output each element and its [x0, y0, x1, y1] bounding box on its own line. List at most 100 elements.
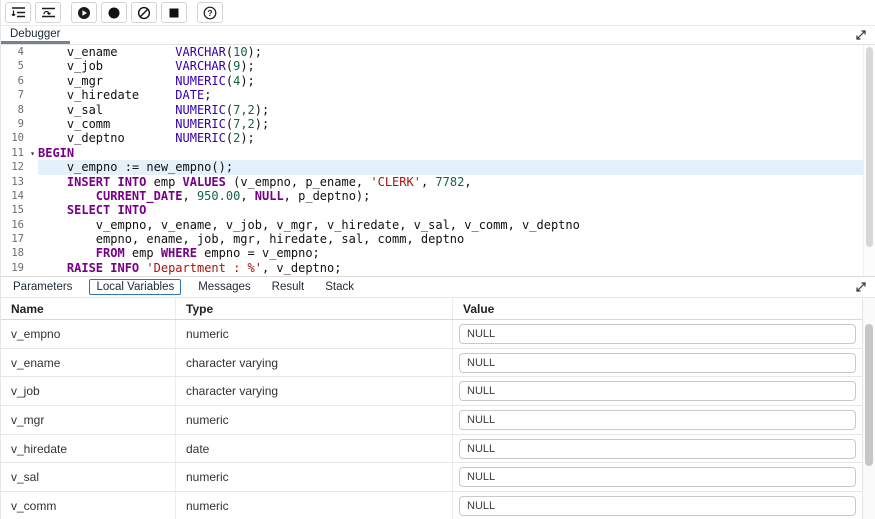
line-number[interactable]: 13	[1, 175, 27, 189]
code-text: v_empno := new_empno();	[38, 160, 863, 174]
value-input[interactable]	[459, 439, 856, 459]
code-line[interactable]: 16 v_empno, v_ename, v_job, v_mgr, v_hir…	[1, 218, 863, 232]
code-text: v_job VARCHAR(9);	[38, 59, 863, 73]
toggle-breakpoint-button[interactable]	[101, 2, 127, 23]
code-line[interactable]: 6 v_mgr NUMERIC(4);	[1, 74, 863, 88]
variable-type-cell: numeric	[176, 463, 453, 491]
code-line[interactable]: 7 v_hiredate DATE;	[1, 88, 863, 102]
table-scrollbar[interactable]	[862, 298, 875, 519]
stop-button[interactable]	[161, 2, 187, 23]
tab-local-variables[interactable]: Local Variables	[89, 279, 181, 295]
code-line[interactable]: 4 v_ename VARCHAR(10);	[1, 45, 863, 59]
fold-gutter	[27, 88, 38, 102]
code-line[interactable]: 11▾BEGIN	[1, 146, 863, 160]
value-input[interactable]	[459, 467, 856, 487]
help-button[interactable]: ?	[197, 2, 223, 23]
help-button-group: ?	[197, 2, 223, 23]
fold-gutter	[27, 275, 38, 276]
fold-arrow-icon[interactable]: ▾	[27, 146, 38, 160]
code-line[interactable]: 19 RAISE INFO 'Department : %', v_deptno…	[1, 261, 863, 275]
fold-gutter	[27, 117, 38, 131]
debugger-window: ? Debugger 4 v_ename VARCHAR(10);5 v_job…	[0, 0, 875, 519]
code-line[interactable]: 5 v_job VARCHAR(9);	[1, 59, 863, 73]
line-number[interactable]: 11	[1, 146, 27, 160]
code-text: RAISE INFO 'Department : %', v_deptno;	[38, 261, 863, 275]
code-line[interactable]: 20 RAISE INFO 'Employee Name : %', v_ena…	[1, 275, 863, 276]
help-icon: ?	[203, 6, 217, 20]
code-line[interactable]: 17 empno, ename, job, mgr, hiredate, sal…	[1, 232, 863, 246]
fold-gutter	[27, 45, 38, 59]
table-row: v_jobcharacter varying	[1, 377, 862, 406]
code-text: v_comm NUMERIC(7,2);	[38, 117, 863, 131]
line-number[interactable]: 15	[1, 203, 27, 217]
line-number[interactable]: 18	[1, 246, 27, 260]
code-line[interactable]: 13 INSERT INTO emp VALUES (v_empno, p_en…	[1, 175, 863, 189]
code-line[interactable]: 8 v_sal NUMERIC(7,2);	[1, 103, 863, 117]
code-text: empno, ename, job, mgr, hiredate, sal, c…	[38, 232, 863, 246]
code-line[interactable]: 9 v_comm NUMERIC(7,2);	[1, 117, 863, 131]
panel-expand-button[interactable]	[855, 281, 867, 293]
line-number[interactable]: 14	[1, 189, 27, 203]
line-number[interactable]: 9	[1, 117, 27, 131]
variable-name-cell: v_job	[1, 377, 176, 405]
local-variables-table: Name Type Value v_empnonumericv_enamecha…	[1, 298, 875, 519]
tab-debugger[interactable]: Debugger	[1, 26, 70, 44]
value-input[interactable]	[459, 496, 856, 516]
table-scrollbar-thumb[interactable]	[865, 324, 873, 466]
code-text: CURRENT_DATE, 950.00, NULL, p_deptno);	[38, 189, 863, 203]
code-line[interactable]: 15 SELECT INTO	[1, 203, 863, 217]
fold-gutter	[27, 261, 38, 275]
variables-table-body: v_empnonumericv_enamecharacter varyingv_…	[1, 320, 862, 519]
table-row: v_commnumeric	[1, 492, 862, 519]
editor-scrollbar-thumb[interactable]	[866, 47, 873, 247]
step-over-icon	[41, 6, 56, 19]
fold-gutter	[27, 246, 38, 260]
code-text: SELECT INTO	[38, 203, 863, 217]
code-text: v_hiredate DATE;	[38, 88, 863, 102]
line-number[interactable]: 7	[1, 88, 27, 102]
line-number[interactable]: 20	[1, 275, 27, 276]
variable-type-cell: numeric	[176, 406, 453, 434]
editor-expand-button[interactable]	[855, 29, 867, 41]
variable-name-cell: v_empno	[1, 320, 176, 348]
value-input[interactable]	[459, 410, 856, 430]
circle-slash-icon	[137, 6, 151, 20]
fold-gutter	[27, 160, 38, 174]
continue-button[interactable]	[71, 2, 97, 23]
line-number[interactable]: 17	[1, 232, 27, 246]
clear-breakpoints-button[interactable]	[131, 2, 157, 23]
line-number[interactable]: 6	[1, 74, 27, 88]
code-line[interactable]: 14 CURRENT_DATE, 950.00, NULL, p_deptno)…	[1, 189, 863, 203]
tab-messages[interactable]: Messages	[194, 279, 254, 295]
code-line[interactable]: 18 FROM emp WHERE empno = v_empno;	[1, 246, 863, 260]
line-number[interactable]: 19	[1, 261, 27, 275]
variable-value-cell	[453, 406, 862, 434]
line-number[interactable]: 5	[1, 59, 27, 73]
step-into-button[interactable]	[5, 2, 31, 23]
line-number[interactable]: 12	[1, 160, 27, 174]
code-editor[interactable]: 4 v_ename VARCHAR(10);5 v_job VARCHAR(9)…	[1, 45, 875, 276]
line-number[interactable]: 8	[1, 103, 27, 117]
code-text: FROM emp WHERE empno = v_empno;	[38, 246, 863, 260]
variable-name-cell: v_comm	[1, 492, 176, 519]
value-input[interactable]	[459, 353, 856, 373]
tab-stack[interactable]: Stack	[321, 279, 358, 295]
line-number[interactable]: 10	[1, 131, 27, 145]
line-number[interactable]: 16	[1, 218, 27, 232]
line-number[interactable]: 4	[1, 45, 27, 59]
fold-gutter	[27, 59, 38, 73]
tab-parameters[interactable]: Parameters	[9, 279, 76, 295]
code-line-current[interactable]: 12 v_empno := new_empno();	[1, 160, 863, 174]
fold-gutter	[27, 218, 38, 232]
value-input[interactable]	[459, 381, 856, 401]
fold-gutter	[27, 189, 38, 203]
tab-result[interactable]: Result	[268, 279, 309, 295]
code-text: INSERT INTO emp VALUES (v_empno, p_ename…	[38, 175, 863, 189]
code-line[interactable]: 10 v_deptno NUMERIC(2);	[1, 131, 863, 145]
step-over-button[interactable]	[35, 2, 61, 23]
code-text: v_deptno NUMERIC(2);	[38, 131, 863, 145]
editor-scrollbar[interactable]	[863, 45, 875, 276]
table-row: v_empnonumeric	[1, 320, 862, 349]
value-input[interactable]	[459, 324, 856, 344]
debugger-toolbar: ?	[1, 0, 875, 26]
